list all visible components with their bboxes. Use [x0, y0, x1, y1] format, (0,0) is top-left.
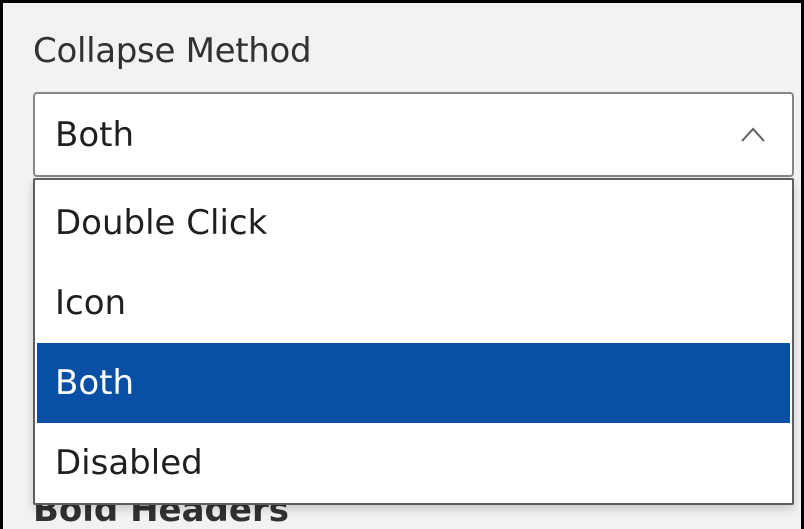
option-both[interactable]: Both	[37, 343, 790, 423]
option-icon[interactable]: Icon	[37, 263, 790, 343]
settings-panel: Collapse Method Both Bold Headers Double…	[0, 0, 804, 529]
option-disabled[interactable]: Disabled	[37, 423, 790, 503]
collapse-method-label: Collapse Method	[33, 31, 312, 71]
dropdown-listbox: Double Click Icon Both Disabled	[33, 178, 794, 505]
option-label: Disabled	[55, 443, 203, 483]
dropdown-selected-value: Both	[55, 115, 135, 155]
option-label: Icon	[55, 283, 127, 323]
option-label: Both	[55, 363, 135, 403]
option-double-click[interactable]: Double Click	[37, 183, 790, 263]
collapse-method-dropdown[interactable]: Both	[33, 92, 794, 177]
option-label: Double Click	[55, 203, 268, 243]
chevron-up-icon[interactable]	[740, 124, 766, 146]
